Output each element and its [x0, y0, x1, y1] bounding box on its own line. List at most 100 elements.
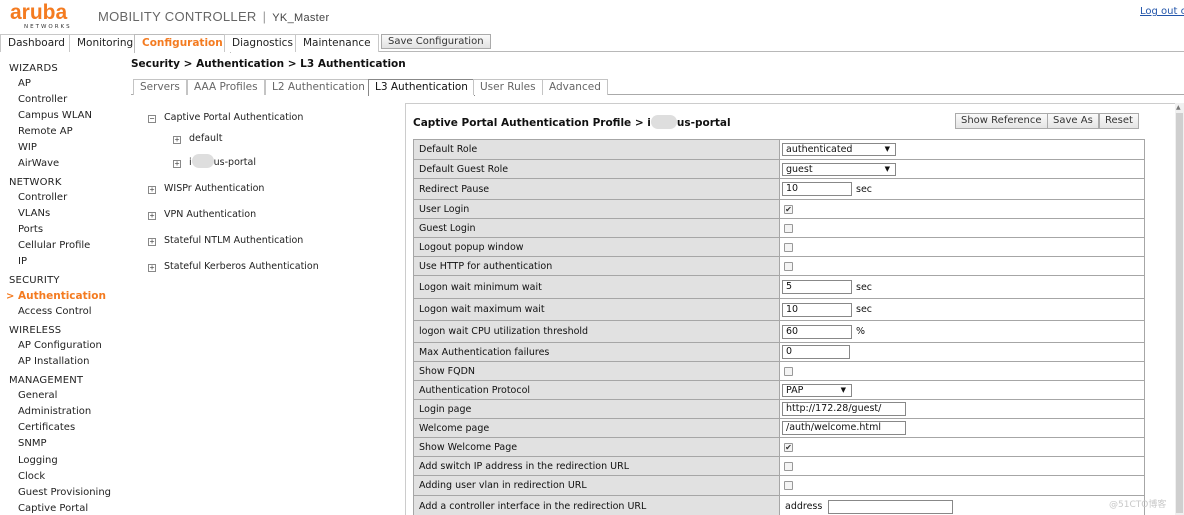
sidebar-item-logging[interactable]: Logging [18, 455, 58, 466]
tab-monitoring[interactable]: Monitoring [69, 34, 142, 52]
tree-node-portal-profile[interactable]: + i us-portal [173, 154, 256, 168]
tree-node-label: Stateful Kerberos Authentication [164, 261, 319, 272]
expand-icon[interactable]: + [173, 136, 181, 144]
sidebar-item-ports[interactable]: Ports [18, 224, 43, 235]
logon-wait-minimum-wait-input[interactable]: 5 [782, 280, 852, 294]
logon-wait-cpu-utilization-threshold-label: logon wait CPU utilization threshold [413, 320, 780, 343]
subtab-advanced[interactable]: Advanced [542, 79, 608, 95]
default-guest-role-select[interactable]: guest ▼ [782, 162, 896, 176]
expand-icon[interactable]: + [148, 186, 156, 194]
sidebar-item-wizard-ap[interactable]: AP [18, 78, 31, 89]
guest-login-checkbox[interactable] [784, 223, 793, 233]
sidebar-item-guest-provisioning[interactable]: Guest Provisioning [18, 487, 111, 498]
redaction-blur [650, 115, 677, 129]
sidebar-item-airwave[interactable]: AirWave [18, 158, 59, 169]
redirect-pause-unit: sec [856, 183, 873, 195]
sidebar-item-authentication[interactable]: Authentication [18, 290, 106, 302]
expand-icon[interactable]: + [148, 238, 156, 246]
tree-node-ntlm[interactable]: + Stateful NTLM Authentication [148, 235, 303, 246]
form-row: Authentication Protocol PAP ▼ [413, 380, 1145, 400]
tree-node-vpn[interactable]: + VPN Authentication [148, 209, 256, 220]
scrollbar-thumb[interactable] [1176, 113, 1183, 513]
logon-wait-maximum-wait-input[interactable]: 10 [782, 302, 852, 317]
sidebar-item-network-controller[interactable]: Controller [18, 192, 67, 203]
max-authentication-failures-input[interactable]: 0 [782, 345, 850, 359]
add-switch-ip-address-in-the-redirection-url-checkbox[interactable] [784, 461, 793, 471]
sidebar-item-certificates[interactable]: Certificates [18, 422, 75, 433]
collapse-icon[interactable]: − [148, 115, 156, 123]
sidebar-item-snmp[interactable]: SNMP [18, 438, 47, 449]
form-row: Use HTTP for authentication [413, 256, 1145, 276]
user-login-checkbox[interactable]: ✔ [784, 204, 793, 214]
watermark: @51CTO博客 [1109, 500, 1167, 510]
dropdown-arrow-icon: ▼ [840, 385, 846, 394]
welcome-page-label: Welcome page [413, 418, 780, 438]
subtab-aaa-profiles[interactable]: AAA Profiles [187, 79, 265, 95]
save-as-button[interactable]: Save As [1047, 113, 1099, 129]
sidebar-item-cellular-profile[interactable]: Cellular Profile [18, 240, 90, 251]
default-role-select[interactable]: authenticated ▼ [782, 143, 896, 156]
welcome-page-input[interactable]: /auth/welcome.html [782, 421, 906, 435]
tab-configuration[interactable]: Configuration [134, 34, 231, 53]
add-a-controller-interface-in-the-redirection-url-input[interactable] [828, 499, 954, 514]
sidebar-item-access-control[interactable]: Access Control [18, 306, 92, 317]
subtab-l3-authentication[interactable]: L3 Authentication [368, 79, 475, 96]
login-page-input[interactable]: http://172.28/guest/ [782, 402, 906, 416]
form-row: Default Guest Role guest ▼ [413, 159, 1145, 179]
sidebar-item-clock[interactable]: Clock [18, 471, 45, 482]
save-configuration-button[interactable]: Save Configuration [381, 34, 491, 49]
show-welcome-page-checkbox[interactable]: ✔ [784, 442, 793, 452]
adding-user-vlan-in-redirection-url-checkbox[interactable] [784, 481, 793, 490]
panel-title-prefix: Captive Portal Authentication Profile > … [413, 117, 651, 129]
form-row: Logon wait maximum wait 10 sec [413, 298, 1145, 321]
sidebar-section-security: SECURITY [9, 275, 60, 286]
use-http-for-authentication-checkbox[interactable] [784, 261, 793, 271]
logon-wait-cpu-utilization-threshold-input[interactable]: 60 [782, 324, 852, 339]
form-row: Add a controller interface in the redire… [413, 495, 1145, 515]
reset-button[interactable]: Reset [1099, 113, 1139, 129]
sidebar-item-captive-portal[interactable]: Captive Portal [18, 503, 88, 514]
sidebar-item-general[interactable]: General [18, 390, 57, 401]
logout-popup-window-checkbox[interactable] [784, 242, 793, 252]
sidebar-item-remote-ap[interactable]: Remote AP [18, 126, 73, 137]
tab-diagnostics[interactable]: Diagnostics [224, 34, 301, 52]
sidebar-item-wizard-controller[interactable]: Controller [18, 94, 67, 105]
expand-icon[interactable]: + [173, 160, 181, 168]
sidebar-item-vlans[interactable]: VLANs [18, 208, 50, 219]
user-login-label: User Login [413, 199, 780, 219]
sidebar-item-wip[interactable]: WIP [18, 142, 37, 153]
sidebar-item-ip[interactable]: IP [18, 256, 27, 267]
tree-node-captive-portal[interactable]: − Captive Portal Authentication [148, 112, 303, 123]
subtab-user-rules[interactable]: User Rules [473, 79, 543, 95]
logout-popup-window-label: Logout popup window [413, 237, 780, 257]
default-guest-role-label: Default Guest Role [413, 159, 780, 179]
tree-node-wispr[interactable]: + WISPr Authentication [148, 183, 264, 194]
authentication-protocol-value-cell: PAP ▼ [779, 380, 1145, 400]
sidebar-item-ap-configuration[interactable]: AP Configuration [18, 340, 102, 351]
redirect-pause-value-cell: 10 sec [779, 178, 1145, 200]
panel-scrollbar[interactable]: ▲ [1175, 103, 1184, 515]
show-reference-button[interactable]: Show Reference [955, 113, 1048, 129]
tab-dashboard[interactable]: Dashboard [0, 34, 73, 52]
sidebar-item-campus-wlan[interactable]: Campus WLAN [18, 110, 92, 121]
expand-icon[interactable]: + [148, 264, 156, 272]
expand-icon[interactable]: + [148, 212, 156, 220]
redirect-pause-input[interactable]: 10 [782, 182, 852, 196]
subtab-l2-authentication[interactable]: L2 Authentication [265, 79, 372, 95]
scroll-up-icon[interactable]: ▲ [1176, 104, 1181, 111]
tab-maintenance[interactable]: Maintenance [295, 34, 379, 52]
select-value: PAP [786, 384, 804, 396]
form-row: Show FQDN [413, 361, 1145, 381]
app-title: MOBILITY CONTROLLER | YK_Master [98, 9, 329, 24]
tree-node-kerberos[interactable]: + Stateful Kerberos Authentication [148, 261, 319, 272]
form-row: Welcome page/auth/welcome.html [413, 418, 1145, 438]
product-name: MOBILITY CONTROLLER [98, 9, 257, 24]
authentication-protocol-select[interactable]: PAP ▼ [782, 383, 852, 397]
login-page-value-cell: http://172.28/guest/ [779, 399, 1145, 419]
tree-node-default[interactable]: + default [173, 133, 222, 144]
subtab-servers[interactable]: Servers [133, 79, 187, 95]
show-fqdn-checkbox[interactable] [784, 366, 793, 376]
sidebar-item-administration[interactable]: Administration [18, 406, 91, 417]
logout-link[interactable]: Log out c [1140, 6, 1184, 17]
sidebar-item-ap-installation[interactable]: AP Installation [18, 356, 89, 367]
